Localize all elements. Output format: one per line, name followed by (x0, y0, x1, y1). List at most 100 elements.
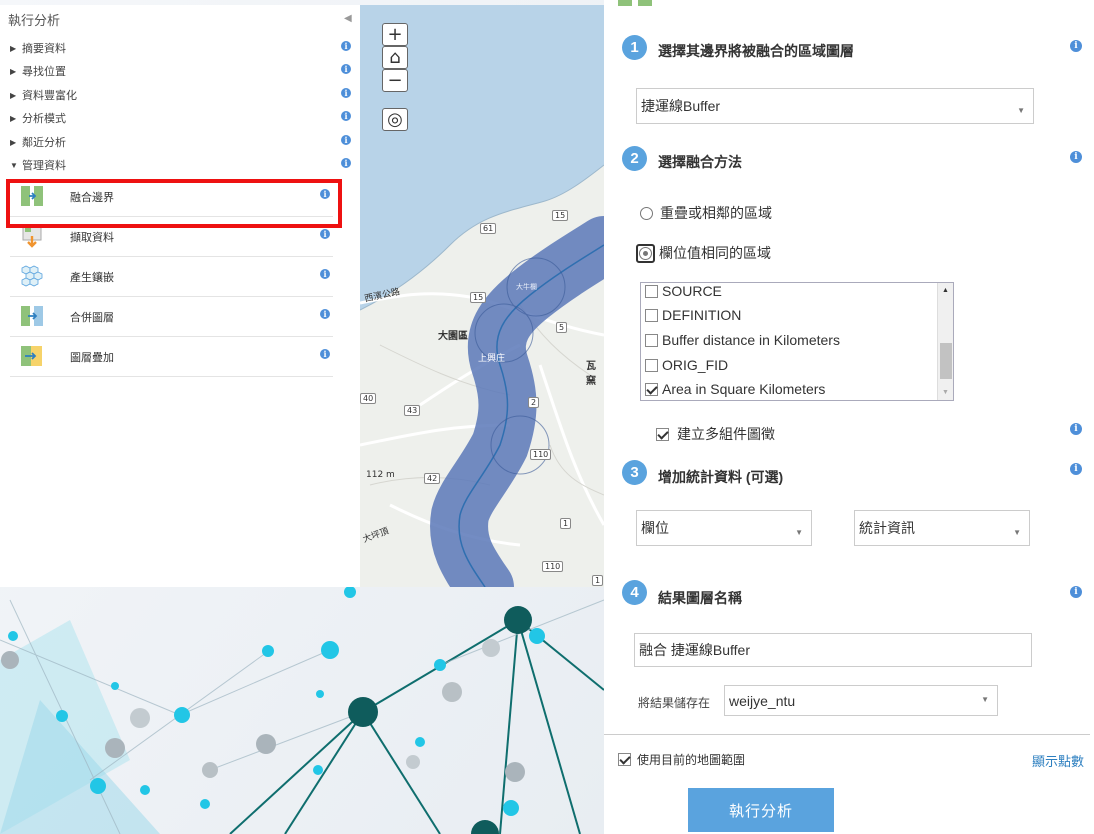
info-icon[interactable]: i (341, 41, 351, 51)
field-label: Buffer distance in Kilometers (662, 332, 840, 348)
step-number: 2 (622, 146, 647, 171)
result-layer-name-input[interactable]: 融合 捷運線Buffer (634, 633, 1032, 667)
radio-button[interactable] (639, 246, 652, 260)
category-summarize-data[interactable]: ▶ 摘要資料 (10, 38, 355, 58)
step-number: 3 (622, 460, 647, 485)
radio-button[interactable] (640, 206, 653, 220)
checkbox[interactable] (645, 358, 658, 372)
radio-same-field-value[interactable]: 欄位值相同的區域 (636, 243, 771, 263)
field-checklist[interactable]: SOURCE DEFINITION Buffer distance in Kil… (640, 282, 954, 401)
field-label: ORIG_FID (662, 357, 729, 373)
step-title: 增加統計資料 (可選) (658, 469, 784, 485)
chevron-down-icon: ▼ (1013, 528, 1021, 537)
expand-arrow-icon: ▶ (10, 90, 17, 100)
stage: + ⌂ − ◎ 61 15 15 5 2 40 43 110 42 1 110 … (0, 0, 1094, 834)
info-icon[interactable]: i (1070, 586, 1082, 598)
home-button[interactable]: ⌂ (382, 46, 408, 69)
radio-overlapping-areas[interactable]: 重疊或相鄰的區域 (640, 203, 772, 223)
map-place-label: 上興庄 (478, 354, 506, 364)
chevron-down-icon: ▼ (795, 528, 803, 537)
info-icon[interactable]: i (1070, 423, 1082, 435)
map-place-label: 大園區 (438, 331, 468, 342)
field-option[interactable]: SOURCE (645, 283, 722, 301)
checkbox-label: 使用目前的地圖範圍 (637, 753, 746, 767)
tool-merge-layers[interactable]: 合併圖層 i (10, 297, 333, 337)
input-value: 融合 捷運線Buffer (639, 642, 750, 658)
zoom-out-button[interactable]: − (382, 69, 408, 92)
locate-button[interactable]: ◎ (382, 108, 408, 131)
step-title: 選擇融合方法 (658, 154, 742, 170)
info-icon[interactable]: i (1070, 40, 1082, 52)
input-layer-select[interactable]: 捷運線Buffer ▼ (636, 88, 1034, 124)
checkbox[interactable] (645, 284, 658, 298)
info-icon[interactable]: i (320, 349, 330, 359)
info-icon[interactable]: i (1070, 151, 1082, 163)
dissolve-boundaries-form: 1 選擇其邊界將被融合的區域圖層 i 捷運線Buffer ▼ 2 選擇融合方法 … (604, 0, 1094, 834)
category-manage-data[interactable]: ▼ 管理資料 (10, 155, 355, 175)
field-label: DEFINITION (662, 307, 742, 323)
route-shield: 5 (556, 322, 568, 333)
info-icon[interactable]: i (320, 229, 330, 239)
use-current-extent-option[interactable]: 使用目前的地圖範圍 (618, 751, 745, 768)
route-shield: 2 (528, 397, 540, 408)
tool-generate-tessellation[interactable]: 產生鑲嵌 i (10, 257, 333, 297)
zoom-in-button[interactable]: + (382, 23, 408, 46)
checkbox[interactable] (645, 382, 658, 396)
scroll-down-icon[interactable]: ▼ (942, 389, 949, 396)
statistics-field-select[interactable]: 欄位 ▼ (636, 510, 812, 546)
radio-label: 欄位值相同的區域 (659, 245, 771, 261)
select-value: weijye_ntu (729, 692, 796, 709)
show-credits-link[interactable]: 顯示點數 (1032, 751, 1084, 770)
highlight-annotation (6, 179, 342, 228)
route-shield: 61 (480, 223, 497, 234)
category-find-locations[interactable]: ▶ 尋找位置 (10, 61, 355, 81)
map-view[interactable]: + ⌂ − ◎ 61 15 15 5 2 40 43 110 42 1 110 … (360, 5, 604, 587)
info-icon[interactable]: i (341, 88, 351, 98)
info-icon[interactable]: i (341, 135, 351, 145)
checkbox[interactable] (656, 427, 669, 441)
field-option[interactable]: Buffer distance in Kilometers (645, 330, 840, 350)
checkbox[interactable] (618, 753, 631, 766)
field-option[interactable]: Area in Square Kilometers (645, 379, 825, 399)
checkbox[interactable] (645, 333, 658, 347)
collapse-panel-icon[interactable]: ◀ (344, 13, 352, 24)
field-label: Area in Square Kilometers (662, 381, 826, 397)
field-label: SOURCE (662, 283, 722, 299)
category-label: 摘要資料 (22, 43, 66, 55)
tool-header-icon (618, 0, 652, 6)
divider (604, 734, 1090, 735)
overlay-layers-icon (21, 346, 42, 366)
info-icon[interactable]: i (341, 111, 351, 121)
info-icon[interactable]: i (341, 158, 351, 168)
select-value: 捷運線Buffer (641, 98, 721, 114)
merge-layers-icon (21, 306, 43, 326)
info-icon[interactable]: i (1070, 463, 1082, 475)
category-enrich-data[interactable]: ▶ 資料豐富化 (10, 85, 355, 105)
route-shield: 42 (424, 473, 441, 484)
save-folder-select[interactable]: weijye_ntu ▼ (724, 685, 998, 716)
scroll-up-icon[interactable]: ▲ (942, 287, 949, 294)
info-icon[interactable]: i (320, 309, 330, 319)
tool-overlay-layers[interactable]: 圖層疊加 i (10, 337, 333, 377)
info-icon[interactable]: i (341, 64, 351, 74)
run-analysis-button[interactable]: 執行分析 (688, 788, 834, 832)
route-shield: 43 (404, 405, 421, 416)
radio-focus-ring (636, 243, 655, 263)
chevron-down-icon: ▼ (1017, 106, 1025, 115)
route-shield: 110 (542, 561, 564, 572)
scroll-thumb[interactable] (940, 343, 952, 379)
category-use-proximity[interactable]: ▶ 鄰近分析 (10, 132, 355, 152)
category-analyze-patterns[interactable]: ▶ 分析模式 (10, 108, 355, 128)
map-elevation-label: 112 m (366, 470, 395, 480)
step-number: 4 (622, 580, 647, 605)
route-shield: 1 (560, 518, 572, 529)
checkbox[interactable] (645, 308, 658, 322)
scrollbar[interactable]: ▲ ▼ (937, 283, 953, 400)
info-icon[interactable]: i (320, 269, 330, 279)
field-option[interactable]: DEFINITION (645, 305, 741, 325)
multipart-option[interactable]: 建立多組件圖徵 (656, 424, 775, 444)
tool-label: 合併圖層 (70, 312, 114, 324)
field-option[interactable]: ORIG_FID (645, 355, 728, 375)
expand-arrow-icon: ▶ (10, 113, 17, 123)
statistics-type-select[interactable]: 統計資訊 ▼ (854, 510, 1030, 546)
